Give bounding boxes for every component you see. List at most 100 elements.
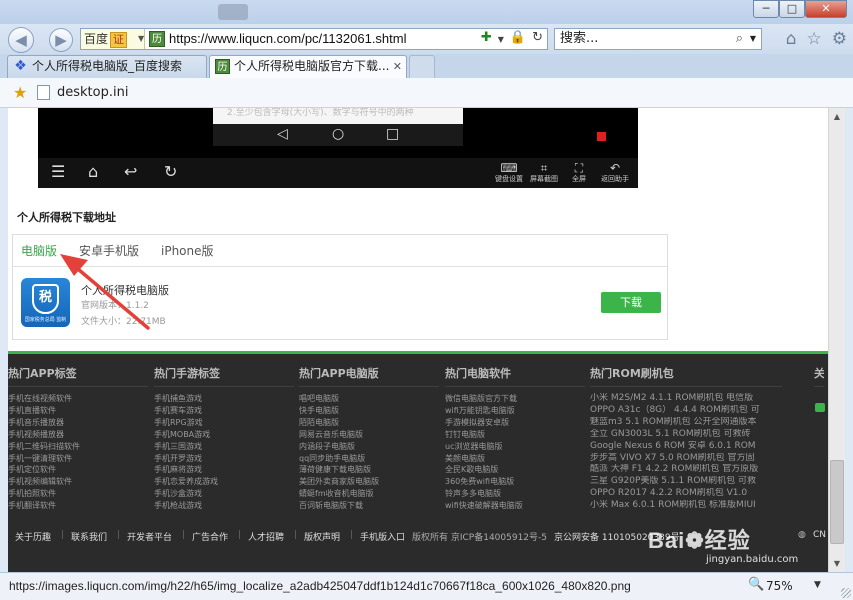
search-box[interactable]: 搜索... ⌕ ▼ [554, 28, 762, 50]
footer-link[interactable]: 铃声多多电脑版 [445, 488, 585, 500]
footer-link[interactable]: 网易云音乐电脑版 [299, 429, 439, 441]
footer-link[interactable]: 手机RPG游戏 [154, 417, 294, 429]
scrollbar-thumb[interactable] [830, 460, 844, 544]
footer-link[interactable]: 手机定位软件 [8, 464, 148, 476]
footer-link[interactable]: 手机开罗游戏 [154, 453, 294, 465]
footer-link[interactable]: 全民K歌电脑版 [445, 464, 585, 476]
scroll-up-icon[interactable]: ▲ [829, 108, 845, 125]
tool-fullscreen[interactable]: ⛶ 全屏 [563, 161, 595, 184]
footer-link[interactable]: 薄荷健康下载电脑版 [299, 464, 439, 476]
footer-bottom-link[interactable]: 联系我们 [71, 530, 107, 543]
footer-link[interactable]: 美颜电脑版 [445, 453, 585, 465]
footer-link[interactable]: 小米 M2S/M2 4.1.1 ROM刷机包 电信版 [590, 393, 782, 405]
footer-link[interactable]: qq同步助手电脑版 [299, 453, 439, 465]
green-plugin-icon[interactable]: ✚ [481, 30, 492, 50]
favorites-star-icon[interactable]: ☆ [807, 29, 822, 49]
url-text[interactable]: https://www.liqucn.com/pc/1132061.shtml [169, 29, 407, 49]
close-icon[interactable]: ✕ [393, 56, 402, 77]
scroll-down-icon[interactable]: ▼ [829, 555, 845, 572]
footer-link[interactable]: 钉钉电脑版 [445, 429, 585, 441]
footer-link[interactable]: 手游模拟器安卓版 [445, 417, 585, 429]
footer-link[interactable]: 手机二维码扫描软件 [8, 441, 148, 453]
favorites-star-icon[interactable]: ★ [13, 83, 27, 102]
gear-icon[interactable]: ⚙ [832, 29, 847, 49]
footer-link[interactable]: 手机MOBA游戏 [154, 429, 294, 441]
resize-grip[interactable] [841, 588, 851, 598]
download-button[interactable]: 下载 [601, 292, 661, 313]
chevron-down-icon[interactable]: ▼ [814, 580, 821, 590]
minimize-button[interactable]: ─ [753, 0, 779, 18]
maximize-button[interactable]: □ [779, 0, 805, 18]
footer-link[interactable]: 手机直播软件 [8, 405, 148, 417]
footer-link[interactable]: 手机视频编辑软件 [8, 476, 148, 488]
footer-link[interactable]: OPPO A31c（8G） 4.4.4 ROM刷机包 可 [590, 405, 782, 417]
footer-bottom-link[interactable]: 广告合作 [192, 530, 228, 543]
tab-liqucn[interactable]: 历 个人所得税电脑版官方下载... ✕ [209, 55, 407, 78]
search-engine-selector[interactable]: 百度证 ▼ [81, 29, 145, 49]
footer-link[interactable]: 手机赛车游戏 [154, 405, 294, 417]
footer-link[interactable]: 三星 G920P美版 5.1.1 ROM刷机包 可救 [590, 476, 782, 488]
refresh-icon[interactable]: ↻ [532, 30, 543, 50]
tool-screenshot[interactable]: ⌗ 屏幕截图 [528, 161, 560, 184]
vertical-scrollbar[interactable]: ▲ ▼ [828, 108, 845, 572]
footer-link[interactable]: 手机捕鱼游戏 [154, 393, 294, 405]
tab-android[interactable]: 安卓手机版 [79, 242, 139, 259]
footer-link[interactable]: 蜻蜓fm收音机电脑版 [299, 488, 439, 500]
footer-link[interactable]: 360免费wifi电脑版 [445, 476, 585, 488]
footer-link[interactable]: 手机一键清理软件 [8, 453, 148, 465]
footer-link[interactable]: 魅蓝m3 5.1 ROM刷机包 公开全网通版本 [590, 417, 782, 429]
close-button[interactable]: ✕ [805, 0, 847, 18]
footer-link[interactable]: 美团外卖商家版电脑版 [299, 476, 439, 488]
footer-link[interactable]: uc浏览器电脑版 [445, 441, 585, 453]
footer-link[interactable]: 全立 GN3003L 5.1 ROM刷机包 可救砖 [590, 429, 782, 441]
back-button[interactable]: ◀ [8, 27, 34, 53]
footer-link[interactable]: wifi快速破解器电脑版 [445, 500, 585, 512]
language-label[interactable]: CN [813, 530, 826, 540]
tab-pc[interactable]: 电脑版 [21, 242, 57, 259]
footer-link[interactable]: Google Nexus 6 ROM 安卓 6.0.1 ROM [590, 441, 782, 453]
tool-return[interactable]: ↶ 返回助手 [599, 161, 631, 184]
footer-bottom-link[interactable]: 手机版入口 [360, 530, 405, 543]
back-icon[interactable]: ↩ [124, 162, 137, 181]
chevron-down-icon[interactable]: ▼ [498, 30, 504, 50]
footer-link[interactable]: 手机三国游戏 [154, 441, 294, 453]
footer-link[interactable]: 唱吧电脑版 [299, 393, 439, 405]
refresh-icon[interactable]: ↻ [164, 162, 177, 181]
chevron-down-icon[interactable]: ▼ [750, 29, 756, 49]
lock-icon[interactable]: 🔒 [510, 30, 526, 50]
footer-link[interactable]: 内涵段子电脑版 [299, 441, 439, 453]
footer-bottom-link[interactable]: 开发者平台 [127, 530, 172, 543]
tool-keyboard[interactable]: ⌨ 键盘设置 [493, 161, 525, 184]
zoom-level[interactable]: 75% [766, 579, 793, 593]
tab-iphone[interactable]: iPhone版 [161, 242, 214, 259]
certificate-badge[interactable]: 证 [110, 32, 128, 48]
search-input[interactable]: 搜索... [560, 29, 598, 49]
footer-link[interactable]: 小米 Max 6.0.1 ROM刷机包 标准版MIUI [590, 500, 782, 512]
address-bar[interactable]: 百度证 ▼ 历 https://www.liqucn.com/pc/113206… [80, 28, 548, 50]
home-icon[interactable]: ⌂ [88, 162, 98, 181]
new-tab-button[interactable] [409, 55, 435, 78]
footer-link[interactable]: 陌陌电脑版 [299, 417, 439, 429]
footer-link[interactable]: OPPO R2017 4.2.2 ROM刷机包 V1.0 [590, 488, 782, 500]
footer-bottom-link[interactable]: 人才招聘 [248, 530, 284, 543]
wechat-icon[interactable] [815, 403, 825, 412]
forward-button[interactable]: ▶ [49, 28, 73, 52]
footer-link[interactable]: 手机视频播放器 [8, 429, 148, 441]
menu-icon[interactable]: ☰ [51, 162, 65, 181]
tab-baidu-search[interactable]: ❖ 个人所得税电脑版_百度搜索 [7, 55, 207, 78]
home-icon[interactable]: ⌂ [786, 29, 797, 49]
footer-link[interactable]: 酷派 大神 F1 4.2.2 ROM刷机包 官方原版 [590, 464, 782, 476]
search-icon[interactable]: ⌕ [736, 29, 743, 49]
footer-bottom-link[interactable]: 关于历趣 [15, 530, 51, 543]
zoom-icon[interactable]: 🔍 [748, 577, 764, 592]
footer-link[interactable]: 手机恋爱养成游戏 [154, 476, 294, 488]
footer-link[interactable]: 手机翻译软件 [8, 500, 148, 512]
footer-link[interactable]: 手机枪战游戏 [154, 500, 294, 512]
footer-link[interactable]: wifi万能钥匙电脑版 [445, 405, 585, 417]
footer-link[interactable]: 手机音乐播放器 [8, 417, 148, 429]
footer-link[interactable]: 手机拍照软件 [8, 488, 148, 500]
favorite-item[interactable]: desktop.ini [57, 85, 128, 100]
footer-bottom-link[interactable]: 版权声明 [304, 530, 340, 543]
footer-link[interactable]: 步步高 VIVO X7 5.0 ROM刷机包 官方固 [590, 453, 782, 465]
footer-link[interactable]: 手机沙盒游戏 [154, 488, 294, 500]
